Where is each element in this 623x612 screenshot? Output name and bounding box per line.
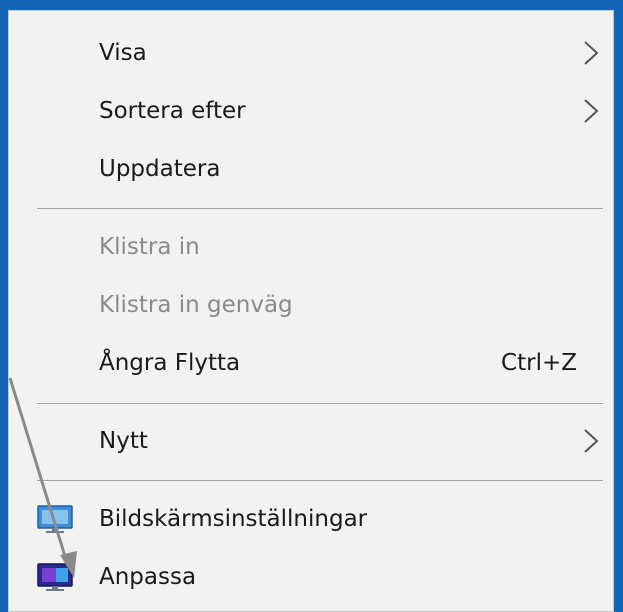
menu-item-label: Bildskärmsinställningar — [99, 506, 368, 532]
chevron-right-icon — [584, 41, 599, 65]
menu-item-nytt[interactable]: Nytt — [9, 415, 613, 467]
menu-item-label: Klistra in — [99, 234, 200, 260]
menu-item-label: Sortera efter — [99, 98, 246, 124]
menu-item-visa[interactable]: Visa — [9, 27, 613, 79]
chevron-right-icon — [584, 99, 599, 123]
menu-item-label: Visa — [99, 40, 147, 66]
menu-item-anpassa[interactable]: Anpassa — [9, 551, 613, 603]
menu-item-sortera-efter[interactable]: Sortera efter — [9, 85, 613, 137]
menu-item-uppdatera[interactable]: Uppdatera — [9, 143, 613, 195]
menu-separator — [37, 403, 603, 404]
display-settings-icon — [37, 505, 73, 533]
context-menu: Visa Sortera efter Uppdatera Klistra in … — [8, 10, 614, 612]
personalize-icon — [37, 563, 73, 591]
menu-item-label: Anpassa — [99, 564, 197, 590]
chevron-right-icon — [584, 429, 599, 453]
menu-item-label: Klistra in genväg — [99, 292, 293, 318]
menu-item-label: Nytt — [99, 428, 148, 454]
menu-item-bildskarmsinstallningar[interactable]: Bildskärmsinställningar — [9, 493, 613, 545]
menu-item-label: Ångra Flytta — [99, 350, 241, 376]
menu-item-klistra-in-genvag: Klistra in genväg — [9, 279, 613, 331]
menu-separator — [37, 480, 603, 481]
menu-item-klistra-in: Klistra in — [9, 221, 613, 273]
shortcut-label: Ctrl+Z — [501, 350, 577, 376]
menu-item-label: Uppdatera — [99, 156, 221, 182]
menu-item-angra-flytta[interactable]: Ångra Flytta Ctrl+Z — [9, 337, 613, 389]
menu-separator — [37, 208, 603, 209]
